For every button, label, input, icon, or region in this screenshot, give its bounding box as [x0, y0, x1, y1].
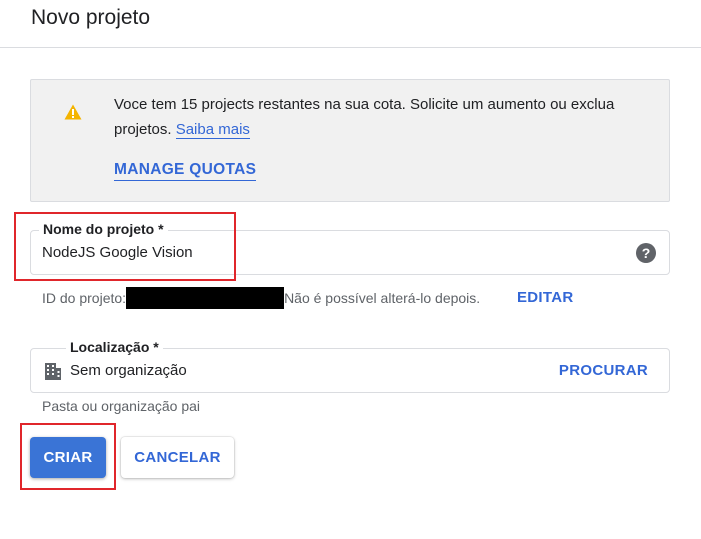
project-id-row: ID do projeto: Não é possível alterá-lo d… — [42, 287, 480, 309]
edit-project-id-button[interactable]: EDITAR — [517, 287, 574, 309]
new-project-page: Novo projeto Voce tem 15 projects restan… — [0, 0, 701, 539]
learn-more-link[interactable]: Saiba mais — [175, 121, 250, 139]
location-field[interactable]: Localização * Sem organização PROCURAR — [30, 338, 670, 393]
quota-notice-text: Voce tem 15 projects restantes na sua co… — [114, 92, 634, 142]
help-icon[interactable]: ? — [636, 243, 656, 263]
create-button[interactable]: CRIAR — [30, 437, 106, 478]
building-icon — [45, 363, 61, 380]
location-label: Localização * — [66, 338, 163, 356]
page-title: Novo projeto — [31, 6, 151, 29]
manage-quotas-link[interactable]: MANAGE QUOTAS — [114, 160, 257, 181]
quota-notice: Voce tem 15 projects restantes na sua co… — [30, 79, 670, 202]
project-id-note: Não é possível alterá-lo depois. — [284, 290, 481, 306]
cancel-button[interactable]: CANCELAR — [121, 437, 234, 478]
project-id-prefix: ID do projeto: — [42, 290, 127, 306]
location-hint: Pasta ou organização pai — [42, 398, 200, 414]
project-name-field[interactable]: Nome do projeto * NodeJS Google Vision ? — [30, 220, 670, 275]
title-divider — [0, 47, 701, 48]
project-name-label: Nome do projeto * — [39, 220, 168, 238]
project-id-redacted — [126, 287, 285, 309]
project-name-input[interactable]: NodeJS Google Vision — [42, 244, 193, 262]
browse-button[interactable]: PROCURAR — [559, 361, 648, 381]
location-value: Sem organização — [70, 362, 187, 379]
warning-icon — [64, 104, 82, 120]
